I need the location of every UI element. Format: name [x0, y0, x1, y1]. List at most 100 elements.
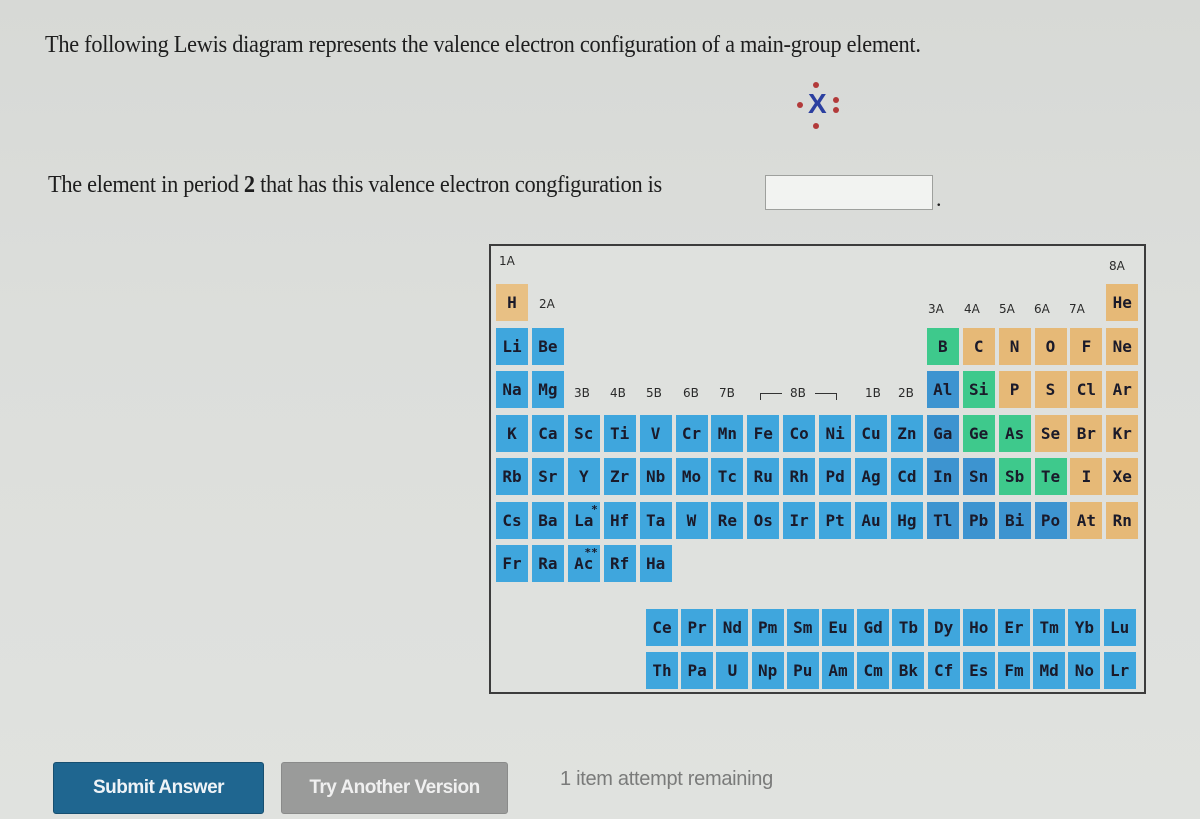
- element-symbol: Pr: [687, 618, 707, 637]
- element-symbol: P: [1009, 380, 1020, 399]
- element-ru: Ru: [747, 458, 780, 495]
- group-label-1a: 1A: [499, 254, 515, 268]
- element-symbol: I: [1081, 467, 1092, 486]
- element-s: S: [1034, 371, 1067, 408]
- element-symbol: Sb: [1004, 467, 1025, 486]
- element-symbol: Al: [933, 380, 953, 399]
- lanthanide-ce: Ce: [646, 609, 678, 646]
- element-symbol: Tm: [1039, 618, 1059, 637]
- element-symbol: W: [686, 510, 697, 530]
- element-symbol: Ir: [789, 510, 809, 530]
- element-fr: Fr: [496, 545, 528, 582]
- lanthanide-tb: Tb: [892, 609, 925, 646]
- element-symbol: Ar: [1112, 380, 1132, 399]
- answer-prompt: The element in period 2 that has this va…: [48, 172, 662, 199]
- footnote-marker: **: [584, 546, 598, 559]
- group-label-7a: 7A: [1069, 302, 1085, 316]
- answer-input[interactable]: [765, 175, 933, 210]
- lanthanide-sm: Sm: [786, 609, 819, 646]
- element-cr: Cr: [675, 414, 708, 452]
- actinide-np: Np: [751, 652, 784, 689]
- element-he: He: [1106, 284, 1139, 321]
- element-symbol: Ba: [538, 510, 558, 530]
- electron-dot-left: [797, 102, 803, 108]
- element-symbol: Sr: [538, 467, 558, 486]
- element-symbol: Ti: [610, 423, 630, 443]
- actinide-cm: Cm: [857, 652, 890, 689]
- group-label-8b: 8B: [790, 386, 806, 400]
- attempts-remaining: 1 item attempt remaining: [560, 768, 773, 790]
- electron-dot-right-2: [833, 107, 839, 113]
- element-symbol: Fr: [502, 554, 522, 573]
- element-na: Na: [496, 371, 528, 408]
- actinide-cf: Cf: [927, 652, 960, 689]
- element-symbol: Co: [789, 423, 809, 443]
- group-label-3a: 3A: [928, 302, 944, 316]
- element-sb: Sb: [998, 458, 1031, 495]
- element-nb: Nb: [639, 458, 672, 495]
- element-symbol: Li: [502, 336, 522, 356]
- actinide-am: Am: [822, 652, 854, 689]
- element-y: Y: [567, 458, 600, 495]
- element-hg: Hg: [890, 501, 923, 539]
- element-symbol: Os: [753, 510, 773, 530]
- element-co: Co: [783, 414, 816, 452]
- element-symbol: Te: [1040, 467, 1061, 486]
- element-li: Li: [496, 327, 528, 365]
- element-symbol: Cr: [681, 423, 702, 443]
- group-label-1b: 1B: [865, 386, 881, 400]
- element-symbol: Re: [717, 510, 738, 530]
- question-prompt: The following Lewis diagram represents t…: [45, 32, 921, 58]
- lanthanide-er: Er: [998, 609, 1030, 646]
- element-symbol: Au: [861, 510, 881, 530]
- element-symbol: Lu: [1109, 618, 1130, 637]
- element-ne: Ne: [1106, 327, 1139, 365]
- element-ra: Ra: [531, 545, 564, 582]
- element-symbol: Na: [502, 380, 522, 399]
- actinide-bk: Bk: [892, 652, 925, 689]
- try-another-version-button[interactable]: Try Another Version: [281, 762, 508, 814]
- element-symbol: No: [1074, 661, 1095, 680]
- answer-prompt-before: The element in period: [48, 172, 244, 198]
- actinide-lr: Lr: [1103, 652, 1136, 689]
- element-symbol: Ag: [861, 467, 881, 486]
- element-symbol: Kr: [1112, 423, 1132, 443]
- electron-dot-bottom: [813, 123, 819, 129]
- element-symbol: Ra: [538, 554, 558, 573]
- element-sc: Sc: [567, 414, 600, 452]
- element-pb: Pb: [962, 501, 995, 539]
- element-symbol: Cm: [863, 661, 883, 680]
- element-o: O: [1034, 327, 1067, 365]
- actinide-u: U: [716, 652, 749, 689]
- element-rf: Rf: [603, 545, 636, 582]
- group-label-5a: 5A: [999, 302, 1015, 316]
- element-symbol: Ha: [645, 554, 666, 573]
- lanthanide-dy: Dy: [927, 609, 960, 646]
- element-symbol: Be: [538, 336, 558, 356]
- lanthanide-pm: Pm: [751, 609, 784, 646]
- element-ga: Ga: [926, 414, 959, 452]
- element-symbol: Rb: [502, 467, 522, 486]
- element-rn: Rn: [1106, 501, 1139, 539]
- element-symbol: V: [650, 423, 661, 443]
- element-symbol: Nb: [645, 467, 666, 486]
- element-symbol: Tl: [933, 510, 953, 530]
- element-symbol: Fe: [753, 423, 773, 443]
- element-w: W: [675, 501, 708, 539]
- element-al: Al: [926, 371, 959, 408]
- element-symbol: K: [507, 423, 517, 443]
- element-symbol: Rf: [610, 554, 630, 573]
- lanthanide-pr: Pr: [681, 609, 714, 646]
- footnote-marker: *: [591, 502, 598, 516]
- element-zn: Zn: [890, 414, 923, 452]
- element-pd: Pd: [819, 458, 852, 495]
- element-symbol: O: [1045, 336, 1056, 356]
- submit-answer-button[interactable]: Submit Answer: [53, 762, 264, 814]
- element-symbol: At: [1076, 510, 1097, 530]
- element-v: V: [639, 414, 672, 452]
- element-symbol: Ce: [652, 618, 672, 637]
- element-symbol: Mn: [717, 423, 738, 443]
- element-symbol: Md: [1039, 661, 1059, 680]
- element-in: In: [926, 458, 959, 495]
- element-symbol: Zr: [610, 467, 630, 486]
